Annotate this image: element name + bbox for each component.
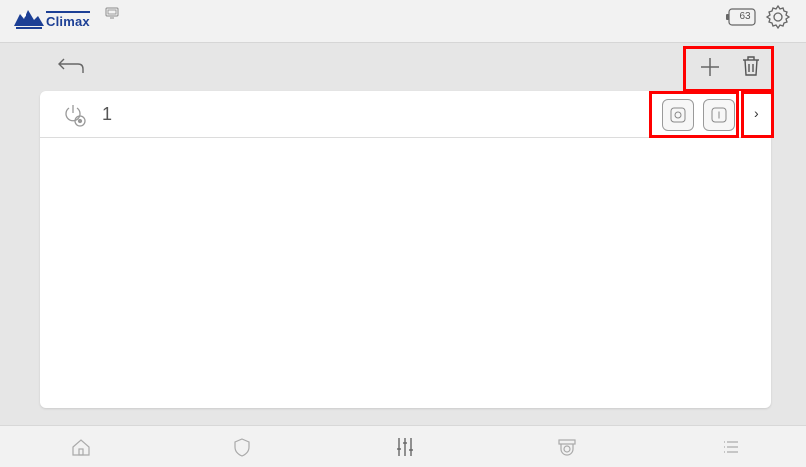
list-icon[interactable] [720, 436, 742, 458]
climax-logo: Climax [12, 6, 94, 32]
shield-icon[interactable] [231, 436, 253, 458]
brand-name: Climax [46, 14, 90, 29]
device-label: 1 [102, 104, 113, 124]
climax-logo-icon [14, 10, 44, 29]
logo-underline [46, 11, 90, 13]
bottom-nav [0, 425, 806, 467]
back-arrow-icon[interactable] [56, 56, 86, 76]
home-icon[interactable] [70, 436, 92, 458]
camera-icon[interactable] [556, 436, 578, 458]
add-delete-highlight [683, 46, 774, 92]
device-list-panel: 1 › [40, 91, 771, 408]
battery-level: 63 [739, 11, 751, 22]
switch-buttons-highlight [649, 91, 739, 138]
monitor-icon[interactable] [105, 7, 119, 19]
sliders-icon[interactable] [394, 436, 416, 458]
gear-icon[interactable] [765, 4, 791, 30]
smart-plug-icon [65, 105, 86, 127]
detail-arrow-highlight [741, 91, 774, 138]
app-header: Climax 63 [0, 0, 806, 43]
